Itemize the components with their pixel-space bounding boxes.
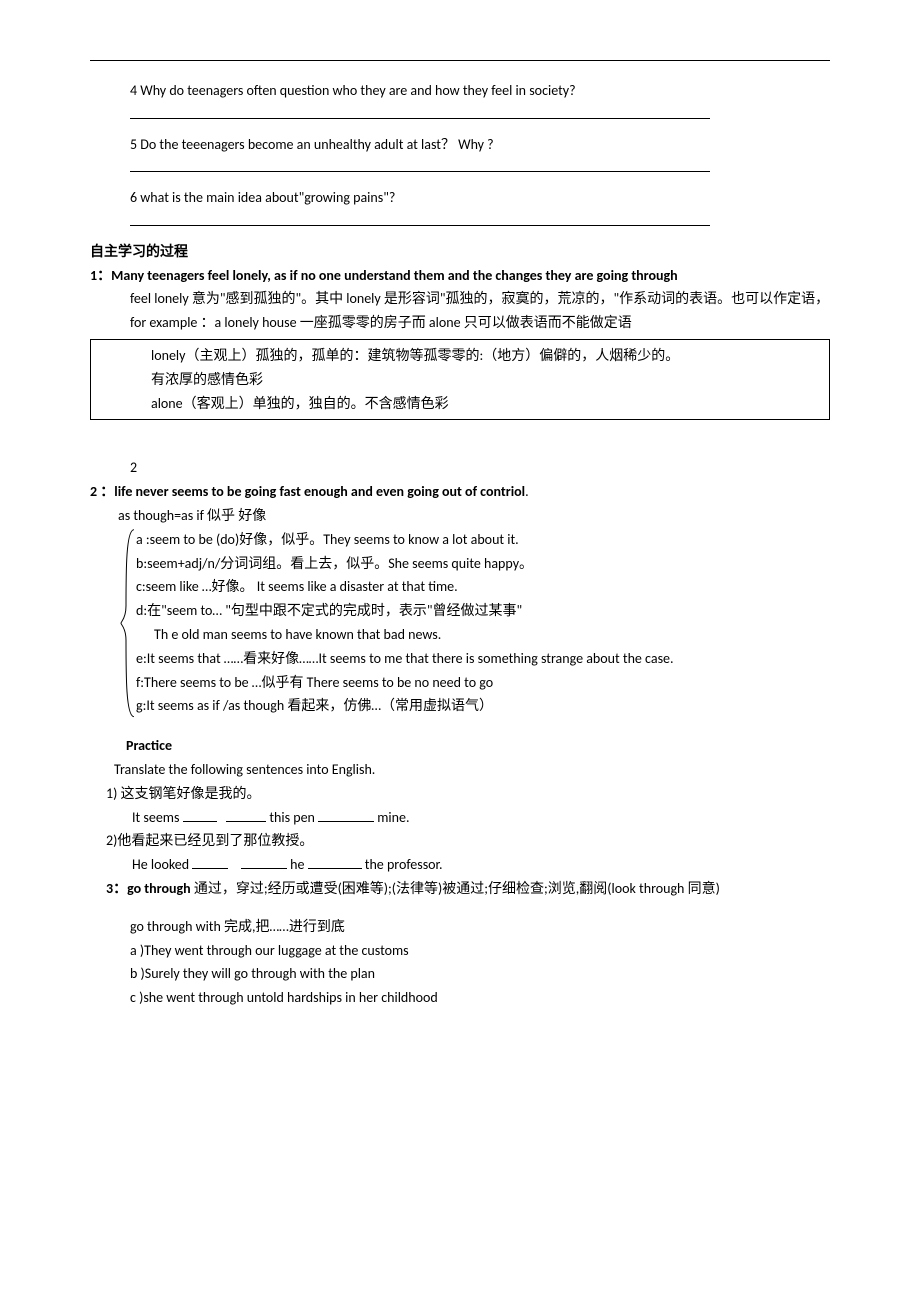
practice-2-en: He looked he the professor. bbox=[90, 853, 830, 877]
answer-line-6 bbox=[90, 210, 830, 234]
blank-field[interactable] bbox=[308, 856, 362, 870]
blank-field[interactable] bbox=[318, 808, 374, 822]
point3-b: b )Surely they will go through with the … bbox=[90, 962, 830, 986]
seem-e: e:It seems that ……看来好像……It seems to me t… bbox=[90, 647, 830, 671]
point3-title-row: 3：go through 通过，穿过;经历或遭受(困难等);(法律等)被通过;仔… bbox=[90, 877, 830, 901]
point3-title: 3：go through 通过，穿过;经历或遭受(困难等);(法律等)被通过;仔… bbox=[106, 880, 720, 897]
point1-para1: feel lonely 意为"感到孤独的"。其中 lonely 是形容词"孤独的… bbox=[90, 287, 830, 335]
seem-g: g:It seems as if /as though 看起来，仿佛…（常用虚拟… bbox=[136, 694, 830, 718]
point1-title: 1：Many teenagers feel lonely, as if no o… bbox=[90, 264, 830, 288]
answer-line-5 bbox=[90, 156, 830, 180]
question-4: 4 Why do teenagers often question who th… bbox=[90, 79, 830, 103]
box-line2: 有浓厚的感情色彩 bbox=[91, 368, 829, 392]
practice-1-en: It seems this pen mine. bbox=[90, 806, 830, 830]
point2-title-row: 2 ：life never seems to be going fast eno… bbox=[90, 480, 830, 504]
blank-field[interactable] bbox=[183, 808, 217, 822]
practice-2-zh: 2)他看起来已经见到了那位教授。 bbox=[90, 829, 830, 853]
point2-title: 2 ：life never seems to be going fast eno… bbox=[90, 483, 525, 500]
point1-end-marker: 2 bbox=[90, 456, 830, 480]
box-line1: lonely（主观上）孤独的，孤单的：建筑物等孤零零的:（地方）偏僻的，人烟稀少… bbox=[91, 344, 829, 368]
top-rule bbox=[90, 60, 830, 61]
practice-instruction: Translate the following sentences into E… bbox=[90, 758, 830, 782]
point3-sub: go through with 完成,把……进行到底 bbox=[90, 915, 830, 939]
seem-b: b:seem+adj/n/分词词组。看上去，似乎。She seems quite… bbox=[136, 552, 830, 576]
seem-a: a :seem to be (do)好像，似乎。They seems to kn… bbox=[136, 528, 830, 552]
answer-line-4 bbox=[90, 103, 830, 127]
as-though-line: as though=as if 似乎 好像 bbox=[90, 504, 830, 528]
seem-usage-group: a :seem to be (do)好像，似乎。They seems to kn… bbox=[120, 528, 830, 718]
blank-field[interactable] bbox=[192, 856, 228, 870]
blank-field[interactable] bbox=[241, 856, 287, 870]
lonely-alone-box: lonely（主观上）孤独的，孤单的：建筑物等孤零零的:（地方）偏僻的，人烟稀少… bbox=[90, 339, 830, 420]
point3-c: c )she went through untold hardships in … bbox=[90, 986, 830, 1010]
question-6: 6 what is the main idea about"growing pa… bbox=[90, 186, 830, 210]
left-brace-icon bbox=[120, 528, 136, 718]
practice-heading: Practice bbox=[90, 734, 830, 758]
section-heading: 自主学习的过程 bbox=[90, 240, 830, 264]
seem-c: c:seem like …好像。 It seems like a disaste… bbox=[136, 575, 830, 599]
seem-d-example: Th e old man seems to have known that ba… bbox=[136, 623, 830, 647]
question-5: 5 Do the teeenagers become an unhealthy … bbox=[90, 133, 830, 157]
box-line3: alone（客观上）单独的，独自的。不含感情色彩 bbox=[91, 392, 829, 416]
point3-a: a )They went through our luggage at the … bbox=[90, 939, 830, 963]
seem-f: f:There seems to be …似乎有 There seems to … bbox=[136, 671, 830, 695]
seem-d: d:在"seem to… "句型中跟不定式的完成时，表示"曾经做过某事" bbox=[136, 599, 830, 623]
blank-field[interactable] bbox=[226, 808, 266, 822]
practice-1-zh: 1) 这支钢笔好像是我的。 bbox=[90, 782, 830, 806]
